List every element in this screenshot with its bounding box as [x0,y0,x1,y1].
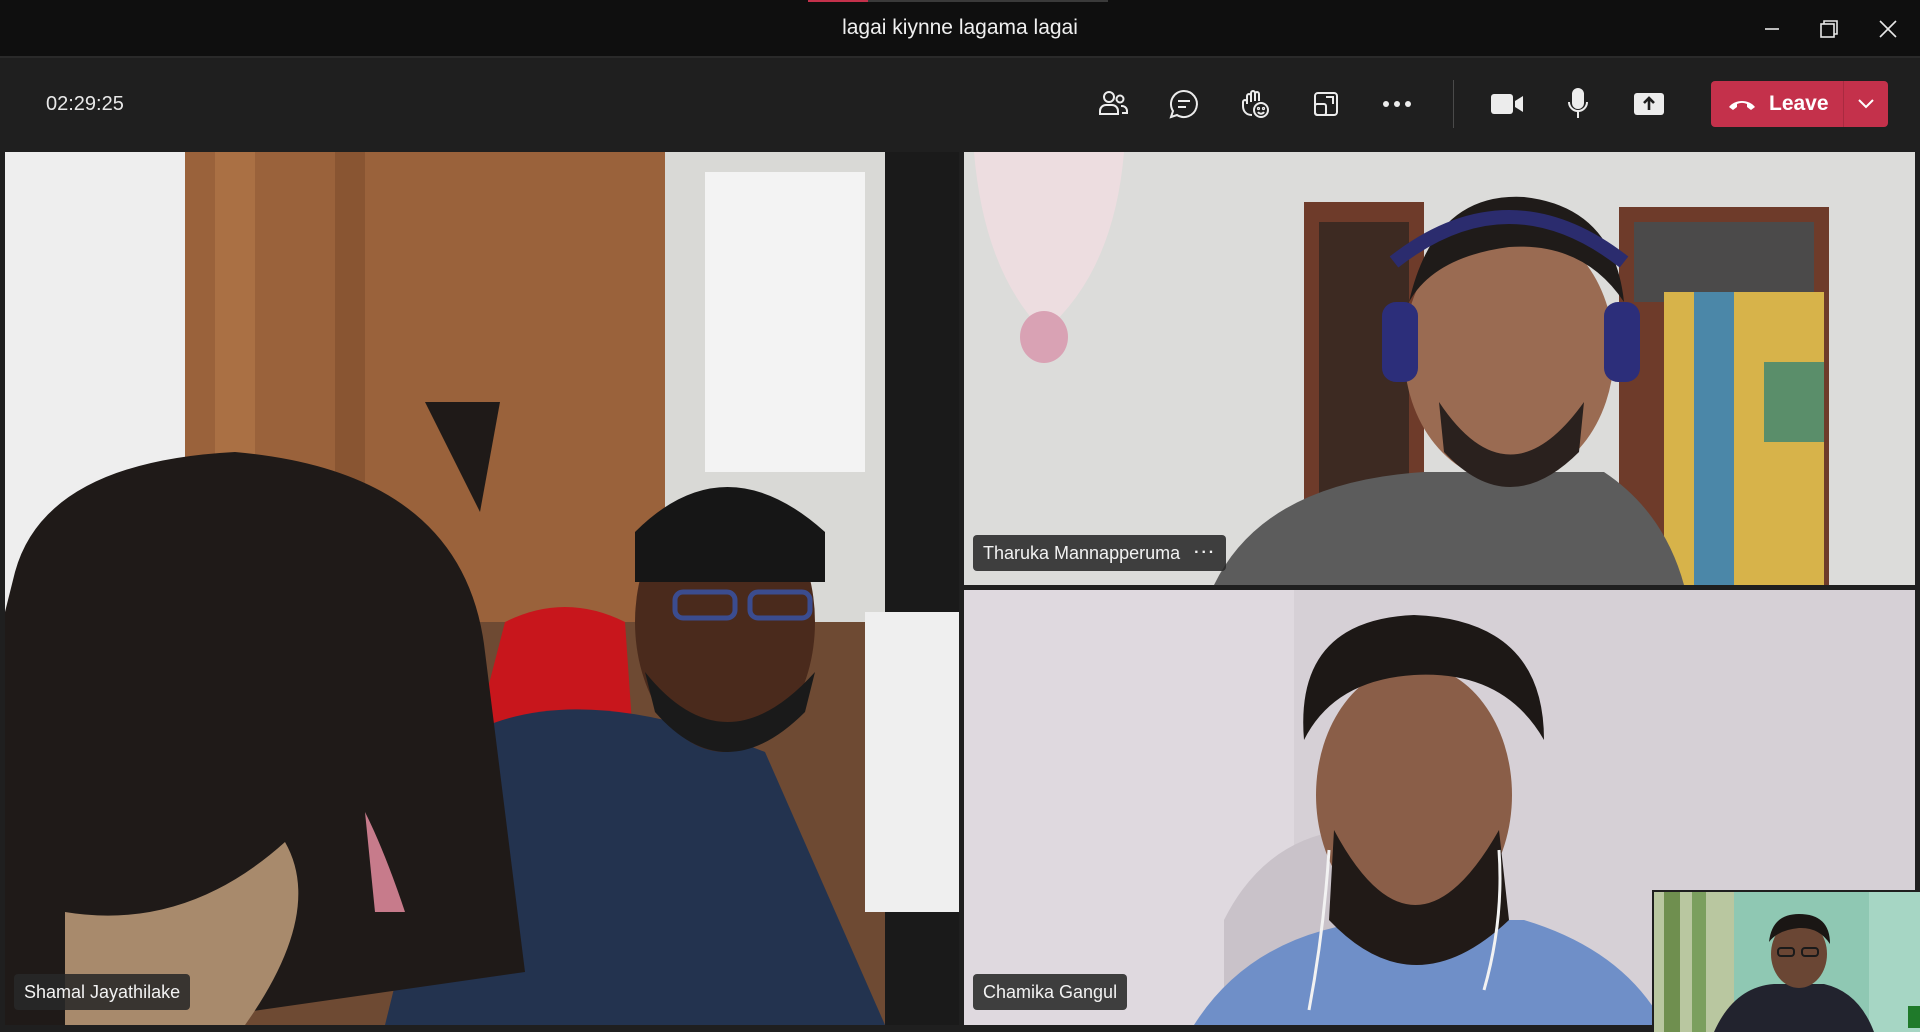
self-view-preview[interactable] [1652,890,1920,1032]
reactions-button[interactable] [1229,82,1281,126]
microphone-button[interactable] [1552,82,1604,126]
close-window-button[interactable] [1866,10,1910,48]
meeting-toolbar: 02:29:25 Leave [0,58,1920,150]
share-screen-icon [1634,93,1664,115]
participant-name-tag: Chamika Gangul [973,974,1128,1010]
hang-up-icon [1729,101,1755,110]
camera-button[interactable] [1481,82,1533,126]
self-video [1654,892,1920,1032]
video-tile-tharuka[interactable]: Tharuka Mannapperuma ··· [964,152,1915,585]
minimize-button[interactable] [1750,10,1794,48]
participant-name: Tharuka Mannapperuma [983,542,1181,563]
breakout-rooms-button[interactable] [1300,82,1352,126]
microphone-icon [1568,88,1588,118]
leave-label: Leave [1769,92,1829,115]
participant-video [964,152,1915,585]
participant-name: Shamal Jayathilake [24,981,181,1002]
video-tile-shamal[interactable]: Shamal Jayathilake [5,152,959,1025]
toolbar-divider [1453,80,1454,128]
chat-button[interactable] [1158,82,1210,126]
window-title: lagai kiynne lagama lagai [842,16,1078,39]
leave-main-action[interactable]: Leave [1711,81,1843,127]
people-icon [1099,91,1128,115]
participant-name-tag: Tharuka Mannapperuma ··· [973,535,1227,571]
chat-icon [1169,89,1198,119]
restore-button[interactable] [1807,10,1851,48]
breakout-rooms-icon [1314,92,1338,116]
share-screen-button[interactable] [1623,82,1675,126]
minimize-icon [1765,28,1779,30]
chevron-down-icon [1858,99,1874,109]
restore-icon [1820,20,1838,38]
close-icon [1879,20,1897,38]
title-bar: lagai kiynne lagama lagai [0,0,1920,58]
participant-name: Chamika Gangul [983,981,1118,1002]
title-accent [808,0,1108,2]
meeting-timer: 02:29:25 [46,93,124,115]
more-icon [1383,101,1411,107]
participants-button[interactable] [1087,82,1139,126]
camera-icon [1491,94,1523,114]
participant-name-tag: Shamal Jayathilake [14,974,191,1010]
leave-button[interactable]: Leave [1711,81,1888,127]
raise-hand-icon [1242,90,1269,118]
participant-video [5,152,959,1025]
participant-more-icon[interactable]: ··· [1194,544,1216,562]
leave-options-button[interactable] [1844,81,1888,127]
more-actions-button[interactable] [1371,82,1423,126]
